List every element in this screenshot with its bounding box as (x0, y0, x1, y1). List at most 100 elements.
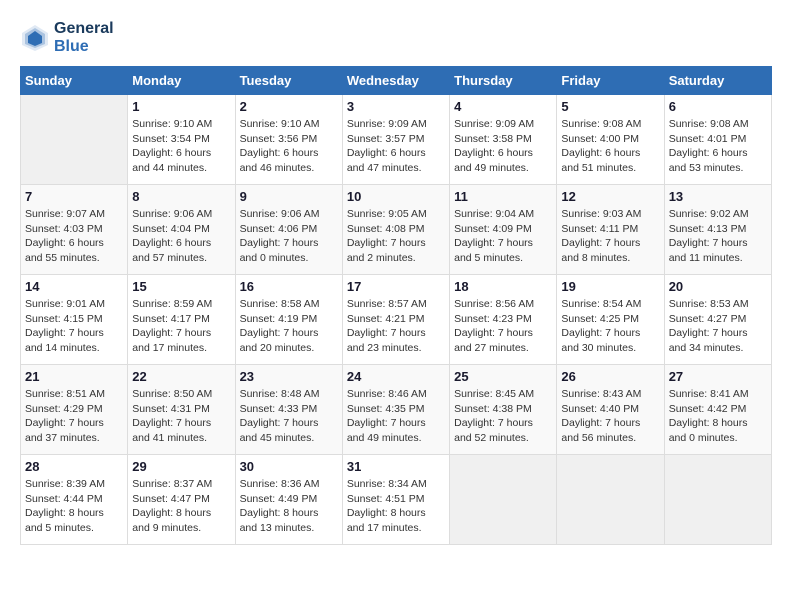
day-info: Sunrise: 9:10 AM Sunset: 3:56 PM Dayligh… (240, 117, 338, 176)
calendar-header: SundayMondayTuesdayWednesdayThursdayFrid… (21, 67, 772, 95)
calendar-cell: 30Sunrise: 8:36 AM Sunset: 4:49 PM Dayli… (235, 455, 342, 545)
calendar-cell: 25Sunrise: 8:45 AM Sunset: 4:38 PM Dayli… (450, 365, 557, 455)
day-info: Sunrise: 8:46 AM Sunset: 4:35 PM Dayligh… (347, 387, 445, 446)
day-info: Sunrise: 9:03 AM Sunset: 4:11 PM Dayligh… (561, 207, 659, 266)
day-number: 18 (454, 279, 552, 294)
header-cell-monday: Monday (128, 67, 235, 95)
day-number: 26 (561, 369, 659, 384)
day-number: 24 (347, 369, 445, 384)
day-number: 13 (669, 189, 767, 204)
day-number: 10 (347, 189, 445, 204)
day-info: Sunrise: 8:50 AM Sunset: 4:31 PM Dayligh… (132, 387, 230, 446)
calendar-table: SundayMondayTuesdayWednesdayThursdayFrid… (20, 66, 772, 545)
calendar-cell: 4 Sunrise: 9:09 AM Sunset: 3:58 PM Daylig… (450, 95, 557, 185)
calendar-cell (664, 455, 771, 545)
day-info: Sunrise: 9:06 AM Sunset: 4:06 PM Dayligh… (240, 207, 338, 266)
calendar-week-1: 1Sunrise: 9:10 AM Sunset: 3:54 PM Daylig… (21, 95, 772, 185)
calendar-cell: 10 Sunrise: 9:05 AM Sunset: 4:08 PM Dayli… (342, 185, 449, 275)
day-number: 20 (669, 279, 767, 294)
header-cell-friday: Friday (557, 67, 664, 95)
calendar-week-3: 14 Sunrise: 9:01 AM Sunset: 4:15 PM Dayli… (21, 275, 772, 365)
day-info: Sunrise: 9:04 AM Sunset: 4:09 PM Dayligh… (454, 207, 552, 266)
day-number: 6 (669, 99, 767, 114)
calendar-cell: 2Sunrise: 9:10 AM Sunset: 3:56 PM Daylig… (235, 95, 342, 185)
day-number: 21 (25, 369, 123, 384)
calendar-week-2: 7 Sunrise: 9:07 AM Sunset: 4:03 PM Daylig… (21, 185, 772, 275)
day-info: Sunrise: 8:56 AM Sunset: 4:23 PM Dayligh… (454, 297, 552, 356)
day-number: 30 (240, 459, 338, 474)
day-info: Sunrise: 9:06 AM Sunset: 4:04 PM Dayligh… (132, 207, 230, 266)
day-info: Sunrise: 9:02 AM Sunset: 4:13 PM Dayligh… (669, 207, 767, 266)
day-number: 8 (132, 189, 230, 204)
day-number: 3 (347, 99, 445, 114)
calendar-cell: 21 Sunrise: 8:51 AM Sunset: 4:29 PM Dayli… (21, 365, 128, 455)
day-number: 14 (25, 279, 123, 294)
day-number: 1 (132, 99, 230, 114)
day-info: Sunrise: 8:34 AM Sunset: 4:51 PM Dayligh… (347, 477, 445, 536)
day-info: Sunrise: 9:07 AM Sunset: 4:03 PM Dayligh… (25, 207, 123, 266)
day-info: Sunrise: 8:53 AM Sunset: 4:27 PM Dayligh… (669, 297, 767, 356)
day-number: 11 (454, 189, 552, 204)
day-number: 28 (25, 459, 123, 474)
day-number: 29 (132, 459, 230, 474)
day-number: 5 (561, 99, 659, 114)
calendar-cell: 20 Sunrise: 8:53 AM Sunset: 4:27 PM Dayli… (664, 275, 771, 365)
calendar-cell: 9Sunrise: 9:06 AM Sunset: 4:06 PM Daylig… (235, 185, 342, 275)
day-info: Sunrise: 8:39 AM Sunset: 4:44 PM Dayligh… (25, 477, 123, 536)
header-cell-wednesday: Wednesday (342, 67, 449, 95)
day-info: Sunrise: 8:37 AM Sunset: 4:47 PM Dayligh… (132, 477, 230, 536)
calendar-cell: 16Sunrise: 8:58 AM Sunset: 4:19 PM Dayli… (235, 275, 342, 365)
day-number: 31 (347, 459, 445, 474)
day-info: Sunrise: 8:59 AM Sunset: 4:17 PM Dayligh… (132, 297, 230, 356)
logo: General Blue (20, 20, 114, 56)
day-number: 23 (240, 369, 338, 384)
calendar-cell: 31 Sunrise: 8:34 AM Sunset: 4:51 PM Dayli… (342, 455, 449, 545)
day-info: Sunrise: 9:08 AM Sunset: 4:01 PM Dayligh… (669, 117, 767, 176)
day-number: 27 (669, 369, 767, 384)
day-info: Sunrise: 9:09 AM Sunset: 3:57 PM Dayligh… (347, 117, 445, 176)
day-info: Sunrise: 8:48 AM Sunset: 4:33 PM Dayligh… (240, 387, 338, 446)
calendar-cell (557, 455, 664, 545)
calendar-body: 1Sunrise: 9:10 AM Sunset: 3:54 PM Daylig… (21, 95, 772, 545)
calendar-cell: 5 Sunrise: 9:08 AM Sunset: 4:00 PM Daylig… (557, 95, 664, 185)
day-number: 15 (132, 279, 230, 294)
calendar-cell: 17Sunrise: 8:57 AM Sunset: 4:21 PM Dayli… (342, 275, 449, 365)
calendar-cell: 12Sunrise: 9:03 AM Sunset: 4:11 PM Dayli… (557, 185, 664, 275)
day-info: Sunrise: 9:09 AM Sunset: 3:58 PM Dayligh… (454, 117, 552, 176)
calendar-cell: 23 Sunrise: 8:48 AM Sunset: 4:33 PM Dayli… (235, 365, 342, 455)
day-number: 7 (25, 189, 123, 204)
logo-icon (20, 23, 50, 53)
calendar-cell: 22 Sunrise: 8:50 AM Sunset: 4:31 PM Dayli… (128, 365, 235, 455)
calendar-cell: 29 Sunrise: 8:37 AM Sunset: 4:47 PM Dayli… (128, 455, 235, 545)
header-row: SundayMondayTuesdayWednesdayThursdayFrid… (21, 67, 772, 95)
calendar-cell (21, 95, 128, 185)
day-number: 22 (132, 369, 230, 384)
day-number: 4 (454, 99, 552, 114)
calendar-cell: 27Sunrise: 8:41 AM Sunset: 4:42 PM Dayli… (664, 365, 771, 455)
calendar-cell: 26Sunrise: 8:43 AM Sunset: 4:40 PM Dayli… (557, 365, 664, 455)
calendar-cell: 15 Sunrise: 8:59 AM Sunset: 4:17 PM Dayli… (128, 275, 235, 365)
day-info: Sunrise: 8:45 AM Sunset: 4:38 PM Dayligh… (454, 387, 552, 446)
day-info: Sunrise: 9:05 AM Sunset: 4:08 PM Dayligh… (347, 207, 445, 266)
calendar-cell: 11 Sunrise: 9:04 AM Sunset: 4:09 PM Dayli… (450, 185, 557, 275)
calendar-cell: 14 Sunrise: 9:01 AM Sunset: 4:15 PM Dayli… (21, 275, 128, 365)
calendar-cell: 3 Sunrise: 9:09 AM Sunset: 3:57 PM Daylig… (342, 95, 449, 185)
calendar-cell: 1Sunrise: 9:10 AM Sunset: 3:54 PM Daylig… (128, 95, 235, 185)
day-info: Sunrise: 9:08 AM Sunset: 4:00 PM Dayligh… (561, 117, 659, 176)
calendar-cell: 7 Sunrise: 9:07 AM Sunset: 4:03 PM Daylig… (21, 185, 128, 275)
header-cell-tuesday: Tuesday (235, 67, 342, 95)
calendar-cell: 24 Sunrise: 8:46 AM Sunset: 4:35 PM Dayli… (342, 365, 449, 455)
page-header: General Blue (20, 20, 772, 56)
day-number: 16 (240, 279, 338, 294)
header-cell-sunday: Sunday (21, 67, 128, 95)
day-info: Sunrise: 8:51 AM Sunset: 4:29 PM Dayligh… (25, 387, 123, 446)
calendar-cell: 8 Sunrise: 9:06 AM Sunset: 4:04 PM Daylig… (128, 185, 235, 275)
day-info: Sunrise: 9:01 AM Sunset: 4:15 PM Dayligh… (25, 297, 123, 356)
calendar-cell: 19Sunrise: 8:54 AM Sunset: 4:25 PM Dayli… (557, 275, 664, 365)
calendar-cell: 18 Sunrise: 8:56 AM Sunset: 4:23 PM Dayli… (450, 275, 557, 365)
calendar-cell: 13 Sunrise: 9:02 AM Sunset: 4:13 PM Dayli… (664, 185, 771, 275)
calendar-cell (450, 455, 557, 545)
day-info: Sunrise: 8:54 AM Sunset: 4:25 PM Dayligh… (561, 297, 659, 356)
day-number: 17 (347, 279, 445, 294)
logo-text: General Blue (54, 20, 114, 56)
